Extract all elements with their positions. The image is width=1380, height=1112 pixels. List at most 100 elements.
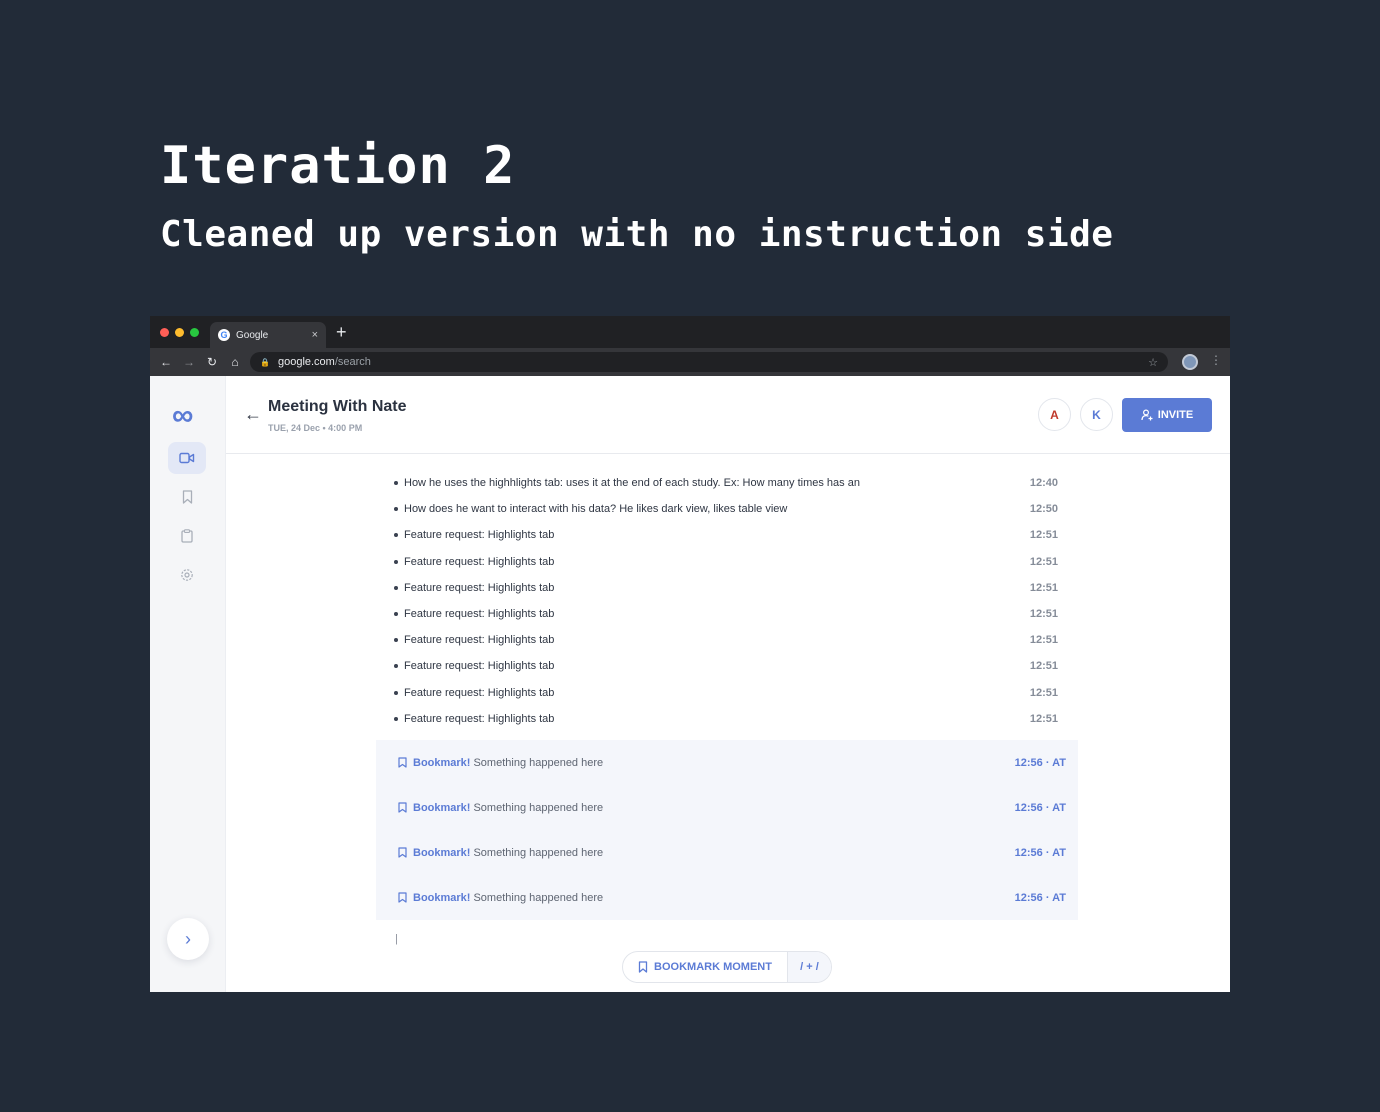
- bookmark-timestamp[interactable]: 12:56 · AT: [1015, 757, 1066, 769]
- note-timestamp[interactable]: 12:51: [1030, 556, 1058, 568]
- note-timestamp[interactable]: 12:50: [1030, 503, 1058, 515]
- sidebar-item-settings[interactable]: [168, 559, 206, 591]
- note-row[interactable]: Feature request: Highlights tab 12:51: [394, 706, 1058, 732]
- browser-window: G Google × + ← → ↻ ⌂ 🔒 google.com/search…: [150, 316, 1230, 992]
- meeting-header: ← Meeting With Nate TUE, 24 Dec • 4:00 P…: [226, 376, 1230, 454]
- note-row[interactable]: Feature request: Highlights tab 12:51: [394, 601, 1058, 627]
- meeting-title: Meeting With Nate: [268, 398, 407, 415]
- bookmark-icon: [398, 802, 407, 813]
- note-timestamp[interactable]: 12:51: [1030, 713, 1058, 725]
- bookmark-icon: [398, 757, 407, 768]
- gear-icon: [181, 569, 193, 581]
- close-tab-icon[interactable]: ×: [312, 329, 318, 341]
- bookmark-row[interactable]: Bookmark! Something happened here 12:56 · …: [376, 740, 1078, 785]
- bookmark-icon: [398, 892, 407, 903]
- note-timestamp[interactable]: 12:51: [1030, 687, 1058, 699]
- bookmark-text: Something happened here: [473, 756, 604, 769]
- note-text: How does he want to interact with his da…: [404, 503, 788, 516]
- close-window-button[interactable]: [160, 328, 169, 337]
- meeting-date: TUE, 24 Dec • 4:00 PM: [268, 423, 363, 433]
- bookmark-text: Something happened here: [473, 801, 604, 814]
- browser-menu-icon[interactable]: ⋮: [1210, 353, 1222, 367]
- browser-tab[interactable]: G Google ×: [210, 322, 326, 348]
- note-row[interactable]: Feature request: Highlights tab 12:51: [394, 522, 1058, 548]
- bookmark-moment-button[interactable]: BOOKMARK MOMENT: [623, 952, 787, 982]
- bullet: [394, 664, 398, 669]
- note-timestamp[interactable]: 12:51: [1030, 608, 1058, 620]
- browser-toolbar: ← → ↻ ⌂ 🔒 google.com/search ☆ ⋮: [150, 348, 1230, 376]
- home-icon[interactable]: ⌂: [229, 355, 241, 369]
- bullet: [394, 638, 398, 643]
- bookmark-icon: [398, 847, 407, 858]
- back-arrow-icon[interactable]: ←: [160, 355, 172, 369]
- note-row[interactable]: How does he want to interact with his da…: [394, 496, 1058, 522]
- note-text: Feature request: Highlights tab: [404, 529, 555, 542]
- sidebar: ∞ ›: [150, 376, 226, 992]
- bookmark-moment-control: BOOKMARK MOMENT / + /: [622, 951, 832, 983]
- bookmark-row[interactable]: Bookmark! Something happened here 12:56 · …: [376, 785, 1078, 830]
- back-arrow-icon[interactable]: ←: [244, 404, 262, 425]
- note-text: How he uses the highhlights tab: uses it…: [404, 477, 860, 490]
- bookmark-moment-label: BOOKMARK MOMENT: [654, 961, 772, 973]
- sidebar-item-notes[interactable]: [168, 520, 206, 552]
- note-timestamp[interactable]: 12:51: [1030, 582, 1058, 594]
- browser-tab-bar: G Google × +: [150, 316, 1230, 348]
- window-controls: [160, 328, 199, 337]
- participant-avatar-a[interactable]: A: [1038, 398, 1071, 431]
- invite-button[interactable]: INVITE: [1122, 398, 1212, 432]
- note-text: Feature request: Highlights tab: [404, 712, 555, 725]
- bookmark-row[interactable]: Bookmark! Something happened here 12:56 · …: [376, 875, 1078, 920]
- note-timestamp[interactable]: 12:51: [1030, 529, 1058, 541]
- reload-icon[interactable]: ↻: [206, 355, 218, 369]
- bookmark-timestamp[interactable]: 12:56 · AT: [1015, 802, 1066, 814]
- forward-arrow-icon[interactable]: →: [183, 355, 195, 369]
- profile-avatar[interactable]: [1182, 354, 1198, 370]
- sidebar-item-meetings[interactable]: [168, 442, 206, 474]
- bookmarks-list: Bookmark! Something happened here 12:56 · …: [376, 740, 1078, 920]
- note-row[interactable]: How he uses the highhlights tab: uses it…: [394, 470, 1058, 496]
- notes-list: How he uses the highhlights tab: uses it…: [394, 470, 1058, 732]
- url-text: google.com/search: [278, 356, 371, 368]
- bookmark-label: Bookmark!: [413, 756, 471, 769]
- note-row[interactable]: Feature request: Highlights tab 12:51: [394, 627, 1058, 653]
- lock-icon: 🔒: [260, 357, 270, 367]
- note-row[interactable]: Feature request: Highlights tab 12:51: [394, 549, 1058, 575]
- maximize-window-button[interactable]: [190, 328, 199, 337]
- bullet: [394, 507, 398, 512]
- bookmark-shortcut: / + /: [787, 952, 831, 982]
- note-row[interactable]: Feature request: Highlights tab 12:51: [394, 575, 1058, 601]
- bookmark-text: Something happened here: [473, 846, 604, 859]
- minimize-window-button[interactable]: [175, 328, 184, 337]
- clipboard-icon: [181, 529, 193, 543]
- address-bar[interactable]: 🔒 google.com/search ☆: [250, 352, 1168, 372]
- note-row[interactable]: Feature request: Highlights tab 12:51: [394, 680, 1058, 706]
- note-text: Feature request: Highlights tab: [404, 581, 555, 594]
- bookmark-timestamp[interactable]: 12:56 · AT: [1015, 892, 1066, 904]
- bullet: [394, 559, 398, 564]
- bookmark-star-icon[interactable]: ☆: [1148, 356, 1158, 369]
- hero-subtitle: Cleaned up version with no instruction s…: [160, 214, 1114, 255]
- note-timestamp[interactable]: 12:40: [1030, 477, 1058, 489]
- bookmark-label: Bookmark!: [413, 891, 471, 904]
- note-timestamp[interactable]: 12:51: [1030, 634, 1058, 646]
- participant-avatar-k[interactable]: K: [1080, 398, 1113, 431]
- sidebar-item-bookmarks[interactable]: [168, 481, 206, 513]
- note-row[interactable]: Feature request: Highlights tab 12:51: [394, 653, 1058, 679]
- bookmark-icon: [182, 490, 192, 504]
- url-host: google.com: [277, 356, 335, 368]
- new-tab-button[interactable]: +: [336, 323, 347, 341]
- app-logo-icon: ∞: [172, 399, 194, 432]
- bullet: [394, 612, 398, 617]
- note-timestamp[interactable]: 12:51: [1030, 660, 1058, 672]
- bullet: [394, 690, 398, 695]
- bookmark-label: Bookmark!: [413, 801, 471, 814]
- expand-sidebar-button[interactable]: ›: [167, 918, 209, 960]
- app-container: ∞ › ← Meeting With Nate TUE, 24 Dec • 4:…: [150, 376, 1230, 992]
- bookmark-row[interactable]: Bookmark! Something happened here 12:56 · …: [376, 830, 1078, 875]
- chevron-right-icon: ›: [185, 928, 191, 949]
- text-cursor[interactable]: |: [395, 933, 398, 945]
- note-text: Feature request: Highlights tab: [404, 608, 555, 621]
- bookmark-label: Bookmark!: [413, 846, 471, 859]
- video-camera-icon: [179, 452, 195, 464]
- bookmark-timestamp[interactable]: 12:56 · AT: [1015, 847, 1066, 859]
